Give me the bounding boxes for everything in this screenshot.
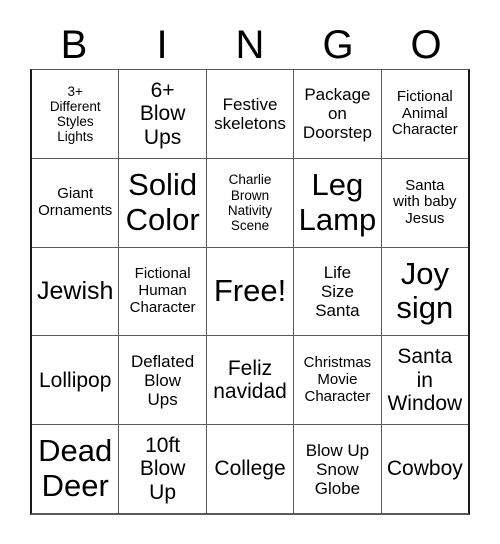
- bingo-card: B I N G O 3+ Different Styles Lights 6+ …: [0, 0, 500, 544]
- bingo-cell[interactable]: Joy sign: [380, 247, 469, 336]
- bingo-cell[interactable]: Jewish: [32, 247, 119, 336]
- bingo-cell[interactable]: Charlie Brown Nativity Scene: [205, 158, 294, 247]
- bingo-cell[interactable]: Deflated Blow Ups: [118, 336, 206, 425]
- bingo-cell-label: Santa with baby Jesus: [393, 176, 457, 228]
- bingo-row: Lollipop Deflated Blow Ups Feliz navidad…: [32, 335, 469, 425]
- bingo-cell[interactable]: Festive skeletons: [205, 70, 294, 158]
- bingo-cell-label: Deflated Blow Ups: [130, 351, 195, 409]
- bingo-cell[interactable]: Christmas Movie Character: [293, 336, 381, 425]
- bingo-cell-label: Charlie Brown Nativity Scene: [227, 172, 273, 233]
- bingo-cell-label: Jewish: [36, 277, 114, 306]
- bingo-cell-label: College: [214, 457, 286, 481]
- bingo-cell-label: Package on Doorstep: [302, 85, 372, 143]
- bingo-header-letter-o: O: [410, 22, 442, 67]
- bingo-header-letter-b: B: [60, 22, 88, 67]
- bingo-cell[interactable]: 10ft Blow Up: [118, 425, 206, 513]
- bingo-cell-label: Leg Lamp: [298, 166, 377, 237]
- bingo-cell-label: Free!: [213, 273, 287, 309]
- bingo-row: Jewish Fictional Human Character Free! L…: [32, 246, 469, 336]
- bingo-cell-label: Solid Color: [125, 166, 200, 237]
- bingo-cell-label: Feliz navidad: [213, 356, 287, 404]
- bingo-row: Giant Ornaments Solid Color Charlie Brow…: [32, 157, 469, 247]
- bingo-cell[interactable]: Blow Up Snow Globe: [293, 425, 381, 513]
- bingo-cell[interactable]: Cowboy: [380, 425, 469, 513]
- bingo-cell-free[interactable]: Free!: [205, 247, 294, 336]
- bingo-cell-label: Cowboy: [386, 457, 463, 481]
- bingo-row: Dead Deer 10ft Blow Up College Blow Up S…: [32, 424, 469, 513]
- bingo-cell[interactable]: Life Size Santa: [293, 247, 381, 336]
- bingo-cell[interactable]: College: [205, 425, 294, 513]
- bingo-cell-label: 10ft Blow Up: [139, 433, 186, 504]
- bingo-cell-label: Life Size Santa: [315, 262, 360, 320]
- bingo-cell-label: Lollipop: [39, 368, 112, 392]
- bingo-cell-label: Santa in Window: [387, 345, 463, 416]
- bingo-cell[interactable]: Feliz navidad: [205, 336, 294, 425]
- bingo-cell[interactable]: Lollipop: [32, 336, 119, 425]
- bingo-grid: 3+ Different Styles Lights 6+ Blow Ups F…: [30, 69, 470, 515]
- bingo-row: 3+ Different Styles Lights 6+ Blow Ups F…: [32, 70, 469, 158]
- bingo-cell[interactable]: Solid Color: [118, 158, 206, 247]
- bingo-cell-label: Christmas Movie Character: [303, 354, 372, 405]
- bingo-cell[interactable]: Fictional Animal Character: [380, 70, 469, 158]
- bingo-cell-label: Dead Deer: [38, 433, 113, 504]
- bingo-cell-label: 6+ Blow Ups: [139, 78, 186, 149]
- bingo-cell[interactable]: Santa in Window: [380, 336, 469, 425]
- bingo-cell-label: Fictional Animal Character: [391, 87, 458, 139]
- bingo-cell[interactable]: Package on Doorstep: [293, 70, 381, 158]
- bingo-cell[interactable]: Dead Deer: [32, 425, 119, 513]
- bingo-cell-label: Blow Up Snow Globe: [305, 440, 370, 498]
- bingo-cell-label: Joy sign: [396, 255, 454, 326]
- bingo-cell[interactable]: Leg Lamp: [293, 158, 381, 247]
- bingo-cell-label: Fictional Human Character: [129, 265, 196, 316]
- bingo-cell-label: Giant Ornaments: [38, 184, 113, 219]
- bingo-header-letter-g: G: [322, 22, 354, 67]
- bingo-cell-label: 3+ Different Styles Lights: [49, 83, 101, 144]
- bingo-header-letter-i: I: [156, 22, 168, 67]
- bingo-cell[interactable]: Santa with baby Jesus: [380, 158, 469, 247]
- bingo-cell[interactable]: Giant Ornaments: [32, 158, 119, 247]
- bingo-cell[interactable]: 6+ Blow Ups: [118, 70, 206, 158]
- bingo-cell[interactable]: 3+ Different Styles Lights: [32, 70, 119, 158]
- bingo-cell-label: Festive skeletons: [214, 94, 286, 133]
- bingo-header-row: B I N G O: [30, 20, 470, 69]
- bingo-header-letter-n: N: [235, 22, 265, 67]
- bingo-cell[interactable]: Fictional Human Character: [118, 247, 206, 336]
